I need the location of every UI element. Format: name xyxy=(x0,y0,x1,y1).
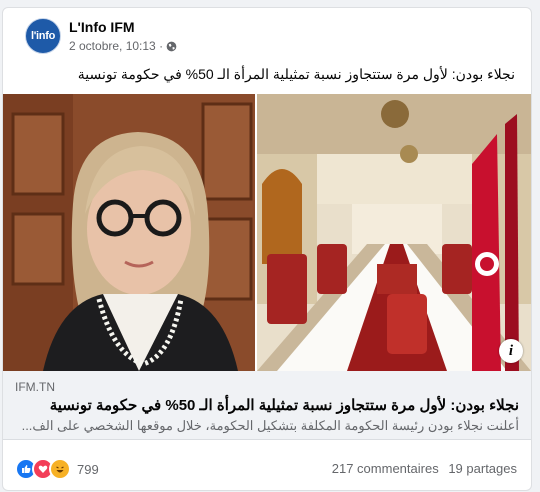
page-name-link[interactable]: L'Info IFM xyxy=(69,19,135,35)
post-stats: 217 commentaires 19 partages xyxy=(332,461,517,476)
cabinet-room-photo[interactable]: i xyxy=(257,94,531,371)
engagement-bar: 799 217 commentaires 19 partages xyxy=(3,454,531,480)
globe-icon xyxy=(166,41,177,51)
info-icon[interactable]: i xyxy=(499,339,523,363)
reactions-summary[interactable]: 799 xyxy=(15,458,99,480)
post-caption: نجلاء بودن: لأول مرة ستتجاوز نسبة تمثيلي… xyxy=(77,66,515,82)
link-description: أعلنت نجلاء بودن رئيسة الحكومة المكلفة ب… xyxy=(21,418,519,433)
post-timestamp[interactable]: 2 octobre, 10:13 · xyxy=(69,39,163,53)
haha-reaction-icon xyxy=(49,458,71,480)
portrait-photo[interactable] xyxy=(3,94,255,371)
post-card: l'info L'Info IFM 2 octobre, 10:13 · نجل… xyxy=(2,7,532,491)
reactions-count[interactable]: 799 xyxy=(77,462,99,477)
post-meta: 2 octobre, 10:13 · xyxy=(69,39,177,53)
comments-count-link[interactable]: 217 commentaires xyxy=(332,461,439,476)
page-avatar[interactable]: l'info xyxy=(25,18,61,54)
link-domain: IFM.TN xyxy=(15,380,55,394)
post-photos[interactable]: i xyxy=(3,94,531,371)
shares-count-link[interactable]: 19 partages xyxy=(448,461,517,476)
link-preview[interactable]: IFM.TN نجلاء بودن: لأول مرة ستتجاوز نسبة… xyxy=(3,371,531,440)
link-title[interactable]: نجلاء بودن: لأول مرة ستتجاوز نسبة تمثيلي… xyxy=(50,396,519,414)
